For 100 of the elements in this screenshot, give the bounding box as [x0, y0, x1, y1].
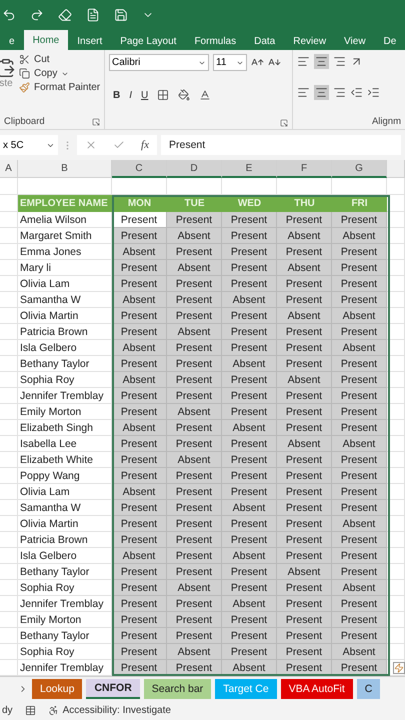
- table-cell[interactable]: Present: [277, 420, 332, 436]
- table-cell[interactable]: Absent: [332, 308, 387, 324]
- table-cell[interactable]: Present: [222, 388, 277, 404]
- table-cell[interactable]: Present: [222, 516, 277, 532]
- table-cell[interactable]: Present: [332, 372, 387, 388]
- ribbon-tab[interactable]: De: [374, 32, 405, 50]
- save-icon[interactable]: [114, 8, 128, 22]
- table-cell[interactable]: Present: [277, 612, 332, 628]
- table-cell[interactable]: Present: [277, 212, 332, 228]
- table-cell[interactable]: Present: [167, 468, 222, 484]
- ribbon-tab[interactable]: View: [335, 32, 375, 50]
- format-painter-button[interactable]: Format Painter: [34, 82, 100, 93]
- column-header[interactable]: E: [222, 160, 277, 178]
- accessibility-icon[interactable]: [48, 704, 59, 716]
- table-cell[interactable]: Present: [222, 564, 277, 580]
- underline-button[interactable]: U: [141, 90, 148, 100]
- table-cell[interactable]: Present: [332, 404, 387, 420]
- table-cell[interactable]: Present: [222, 228, 277, 244]
- table-cell[interactable]: Absent: [277, 308, 332, 324]
- italic-button[interactable]: I: [129, 90, 132, 100]
- table-cell[interactable]: Present: [167, 292, 222, 308]
- column-header[interactable]: A: [0, 160, 18, 178]
- undo-icon[interactable]: [2, 8, 16, 22]
- table-cell[interactable]: Present: [167, 308, 222, 324]
- table-cell[interactable]: Present: [167, 596, 222, 612]
- table-cell[interactable]: Present: [277, 532, 332, 548]
- table-cell[interactable]: Absent: [222, 356, 277, 372]
- table-cell[interactable]: Absent: [332, 436, 387, 452]
- cancel-icon[interactable]: [85, 139, 97, 151]
- table-cell[interactable]: Present: [332, 628, 387, 644]
- table-cell[interactable]: Present: [112, 500, 167, 516]
- table-cell[interactable]: Present: [332, 500, 387, 516]
- table-cell[interactable]: Present: [277, 452, 332, 468]
- table-cell[interactable]: Present: [167, 500, 222, 516]
- align-top-icon[interactable]: [297, 55, 310, 68]
- bold-button[interactable]: B: [113, 90, 120, 100]
- table-cell[interactable]: Absent: [332, 340, 387, 356]
- font-size-field[interactable]: 11: [213, 54, 247, 71]
- align-right-icon[interactable]: [333, 86, 346, 99]
- sheet-tab[interactable]: C: [356, 678, 380, 698]
- table-cell[interactable]: Present: [222, 612, 277, 628]
- table-cell[interactable]: Present: [277, 596, 332, 612]
- table-cell[interactable]: Absent: [167, 644, 222, 660]
- eraser-icon[interactable]: [58, 8, 72, 22]
- name-box[interactable]: x 5C: [0, 135, 58, 155]
- table-cell[interactable]: Present: [167, 484, 222, 500]
- borders-icon[interactable]: [157, 89, 170, 101]
- table-cell[interactable]: Absent: [277, 260, 332, 276]
- paste-icon[interactable]: [0, 58, 16, 78]
- column-header[interactable]: G: [332, 160, 387, 178]
- table-cell[interactable]: Present: [222, 484, 277, 500]
- table-cell[interactable]: Present: [112, 404, 167, 420]
- table-cell[interactable]: Present: [332, 484, 387, 500]
- table-cell[interactable]: Present: [167, 388, 222, 404]
- sheet-tab[interactable]: Lookup: [32, 678, 82, 698]
- table-cell[interactable]: Present: [112, 628, 167, 644]
- table-cell[interactable]: Present: [112, 516, 167, 532]
- table-cell[interactable]: Present: [222, 532, 277, 548]
- table-cell[interactable]: Present: [332, 260, 387, 276]
- table-cell[interactable]: Absent: [277, 228, 332, 244]
- table-cell[interactable]: Present: [112, 356, 167, 372]
- table-cell[interactable]: Present: [222, 308, 277, 324]
- fill-color-icon[interactable]: [178, 89, 190, 101]
- formula-field[interactable]: Present: [161, 135, 401, 155]
- table-cell[interactable]: Present: [277, 580, 332, 596]
- table-cell[interactable]: Absent: [112, 372, 167, 388]
- table-cell[interactable]: Present: [167, 244, 222, 260]
- table-cell[interactable]: Absent: [222, 420, 277, 436]
- column-header[interactable]: F: [277, 160, 332, 178]
- table-cell[interactable]: Present: [277, 468, 332, 484]
- copy-button[interactable]: Copy: [34, 68, 58, 79]
- table-cell[interactable]: Absent: [332, 580, 387, 596]
- table-cell[interactable]: Present: [332, 276, 387, 292]
- table-cell[interactable]: Present: [112, 436, 167, 452]
- table-cell[interactable]: Present: [222, 212, 277, 228]
- copy-icon[interactable]: [19, 68, 30, 79]
- table-cell[interactable]: Present: [112, 580, 167, 596]
- table-cell[interactable]: Present: [222, 644, 277, 660]
- table-cell[interactable]: Absent: [167, 404, 222, 420]
- table-cell[interactable]: Absent: [167, 324, 222, 340]
- table-cell[interactable]: Present: [222, 244, 277, 260]
- dialog-launcher-icon[interactable]: [92, 118, 100, 126]
- table-cell[interactable]: Present: [277, 340, 332, 356]
- table-cell[interactable]: Present: [112, 388, 167, 404]
- table-cell[interactable]: Absent: [222, 292, 277, 308]
- table-cell[interactable]: Present: [332, 244, 387, 260]
- table-cell[interactable]: Absent: [222, 596, 277, 612]
- table-cell[interactable]: Present: [277, 644, 332, 660]
- table-cell[interactable]: Present: [277, 388, 332, 404]
- ribbon-tab[interactable]: Page Layout: [111, 32, 186, 50]
- table-cell[interactable]: Present: [222, 340, 277, 356]
- table-cell[interactable]: Present: [277, 548, 332, 564]
- table-cell[interactable]: Absent: [167, 228, 222, 244]
- table-cell[interactable]: Present: [112, 612, 167, 628]
- align-left-icon[interactable]: [297, 86, 310, 99]
- table-cell[interactable]: Present: [167, 612, 222, 628]
- table-cell[interactable]: Present: [332, 356, 387, 372]
- table-cell[interactable]: Present: [332, 564, 387, 580]
- indent-increase-icon[interactable]: [367, 86, 380, 99]
- table-cell[interactable]: Present: [332, 212, 387, 228]
